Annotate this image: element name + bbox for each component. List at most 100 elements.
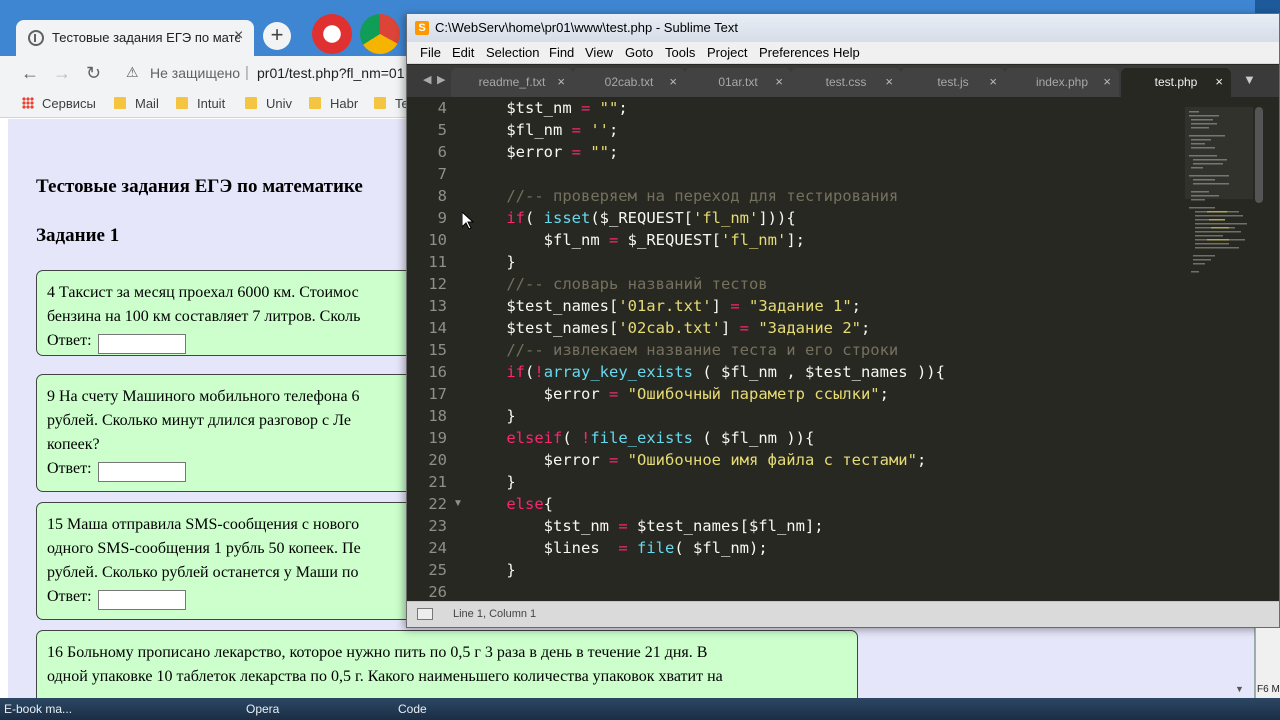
close-tab-icon[interactable]: × xyxy=(885,74,893,89)
sublime-logo-icon: S xyxy=(415,21,429,35)
line-number: 24 xyxy=(428,539,447,557)
code-line: $tst_nm = ""; xyxy=(469,99,628,117)
tab-test-css[interactable]: test.css × xyxy=(791,68,901,97)
tab-scroll-left-icon[interactable]: ◀ xyxy=(423,73,431,86)
bookmark-label: Сервисы xyxy=(42,96,96,111)
tab-test-php[interactable]: test.php × xyxy=(1121,68,1231,97)
tab-01ar[interactable]: 01ar.txt × xyxy=(685,68,791,97)
opera-icon xyxy=(312,14,352,54)
back-icon[interactable]: ← xyxy=(21,62,39,84)
line-number: 14 xyxy=(428,319,447,337)
line-number: 10 xyxy=(428,231,447,249)
taskbar-item-code[interactable]: Code xyxy=(398,701,427,717)
menu-preferences[interactable]: Preferences xyxy=(759,45,829,60)
bookmark-intuit[interactable]: Intuit xyxy=(176,96,225,111)
close-tab-icon[interactable]: × xyxy=(1215,74,1223,89)
tab-02cab[interactable]: 02cab.txt × xyxy=(573,68,685,97)
tab-index-php[interactable]: index.php × xyxy=(1005,68,1119,97)
code-line: //-- словарь названий тестов xyxy=(469,275,768,293)
fold-arrow-icon[interactable]: ▼ xyxy=(453,498,463,509)
new-tab-button[interactable]: + xyxy=(263,22,291,50)
address-bar[interactable]: ⚠ Не защищено | pr01/test.php?fl_nm=01 xyxy=(116,59,416,87)
menu-selection[interactable]: Selection xyxy=(486,45,539,60)
code-line: } xyxy=(469,473,516,491)
sublime-menubar: File Edit Selection Find View Goto Tools… xyxy=(407,42,1279,64)
url-text[interactable]: pr01/test.php?fl_nm=01 xyxy=(257,65,405,81)
bookmark-te[interactable]: Te xyxy=(374,96,409,111)
bookmark-label: Mail xyxy=(135,96,159,111)
bookmark-label: Intuit xyxy=(197,96,226,111)
code-line: $test_names['01ar.txt'] = "Задание 1"; xyxy=(469,297,861,315)
tab-label: readme_f.txt xyxy=(478,75,546,89)
background-window-edge: F6 Mc xyxy=(1255,628,1280,698)
bookmark-habr[interactable]: Habr xyxy=(309,96,358,111)
browser-tab[interactable]: Тестовые задания ЕГЭ по матем × xyxy=(16,20,254,56)
close-tab-icon[interactable]: × xyxy=(989,74,997,89)
line-number: 13 xyxy=(428,297,447,315)
line-number: 4 xyxy=(437,99,447,117)
folder-icon xyxy=(245,97,257,109)
code-line: $fl_nm = ''; xyxy=(469,121,619,139)
code-editor[interactable]: 4 5 6 7 8 9 10 11 12 13 14 15 16 17 18 1… xyxy=(407,97,1279,601)
menu-help[interactable]: Help xyxy=(833,45,860,60)
task-title: Задание 1 xyxy=(36,225,120,246)
code-line: //-- извлекаем название теста и его стро… xyxy=(469,341,899,359)
security-label: Не защищено xyxy=(150,65,240,81)
code-line: if( isset($_REQUEST['fl_nm'])){ xyxy=(469,209,796,227)
menu-file[interactable]: File xyxy=(420,45,441,60)
close-tab-icon[interactable]: × xyxy=(557,74,565,89)
close-tab-icon[interactable]: × xyxy=(775,74,783,89)
browser-tab-title: Тестовые задания ЕГЭ по матем xyxy=(52,30,240,45)
close-tab-icon[interactable]: × xyxy=(669,74,677,89)
folder-icon xyxy=(176,97,188,109)
code-line: } xyxy=(469,253,516,271)
scrollbar-thumb[interactable] xyxy=(1255,107,1263,203)
code-line: //-- проверяем на переход для тестирован… xyxy=(469,187,899,205)
tab-list-dropdown-icon[interactable]: ▼ xyxy=(1243,72,1256,87)
scroll-down-arrow[interactable]: ▼ xyxy=(1235,684,1244,694)
menu-project[interactable]: Project xyxy=(707,45,747,60)
tab-test-js[interactable]: test.js × xyxy=(901,68,1005,97)
answer-input[interactable] xyxy=(97,589,186,610)
taskbar-item-ebook[interactable]: E-book ma... xyxy=(4,701,72,717)
line-number: 25 xyxy=(428,561,447,579)
line-number: 20 xyxy=(428,451,447,469)
answer-input[interactable] xyxy=(97,333,186,354)
tab-readme[interactable]: readme_f.txt × xyxy=(451,68,573,97)
code-line: $error = ""; xyxy=(469,143,619,161)
taskbar-item-opera[interactable]: Opera xyxy=(246,701,279,717)
answer-input[interactable] xyxy=(97,461,186,482)
panel-toggle-icon[interactable] xyxy=(417,608,433,620)
line-number: 11 xyxy=(428,253,447,271)
vertical-scrollbar[interactable] xyxy=(1255,107,1263,597)
tab-scroll-right-icon[interactable]: ▶ xyxy=(437,73,445,86)
bookmark-mail[interactable]: Mail xyxy=(114,96,159,111)
menu-find[interactable]: Find xyxy=(549,45,574,60)
menu-view[interactable]: View xyxy=(585,45,613,60)
line-number: 23 xyxy=(428,517,447,535)
question-line: одной упаковке 10 таблеток лекарства по … xyxy=(47,668,723,685)
warning-icon: ⚠ xyxy=(126,64,139,80)
sublime-window-title: C:\WebServ\home\pr01\www\test.php - Subl… xyxy=(435,20,738,35)
answer-label: Ответ: xyxy=(47,332,92,349)
line-number: 21 xyxy=(428,473,447,491)
bookmark-univ[interactable]: Univ xyxy=(245,96,292,111)
info-icon xyxy=(28,30,44,46)
sublime-window: S C:\WebServ\home\pr01\www\test.php - Su… xyxy=(406,13,1280,628)
code-line: $fl_nm = $_REQUEST['fl_nm']; xyxy=(469,231,805,249)
menu-edit[interactable]: Edit xyxy=(452,45,474,60)
close-tab-icon[interactable]: × xyxy=(1103,74,1111,89)
code-line: $test_names['02cab.txt'] = "Задание 2"; xyxy=(469,319,871,337)
bookmark-services[interactable]: Сервисы xyxy=(22,96,96,111)
line-number: 5 xyxy=(437,121,447,139)
minimap-viewport[interactable] xyxy=(1185,107,1253,199)
code-line: } xyxy=(469,561,516,579)
code-line: if(!array_key_exists ( $fl_nm , $test_na… xyxy=(469,363,945,381)
menu-goto[interactable]: Goto xyxy=(625,45,653,60)
cursor-position: Line 1, Column 1 xyxy=(453,608,537,620)
menu-tools[interactable]: Tools xyxy=(665,45,695,60)
reload-icon[interactable]: ↻ xyxy=(86,62,101,84)
close-tab-icon[interactable]: × xyxy=(234,27,243,45)
forward-icon[interactable]: → xyxy=(53,62,71,84)
background-window-text: F6 Mc xyxy=(1257,684,1280,695)
